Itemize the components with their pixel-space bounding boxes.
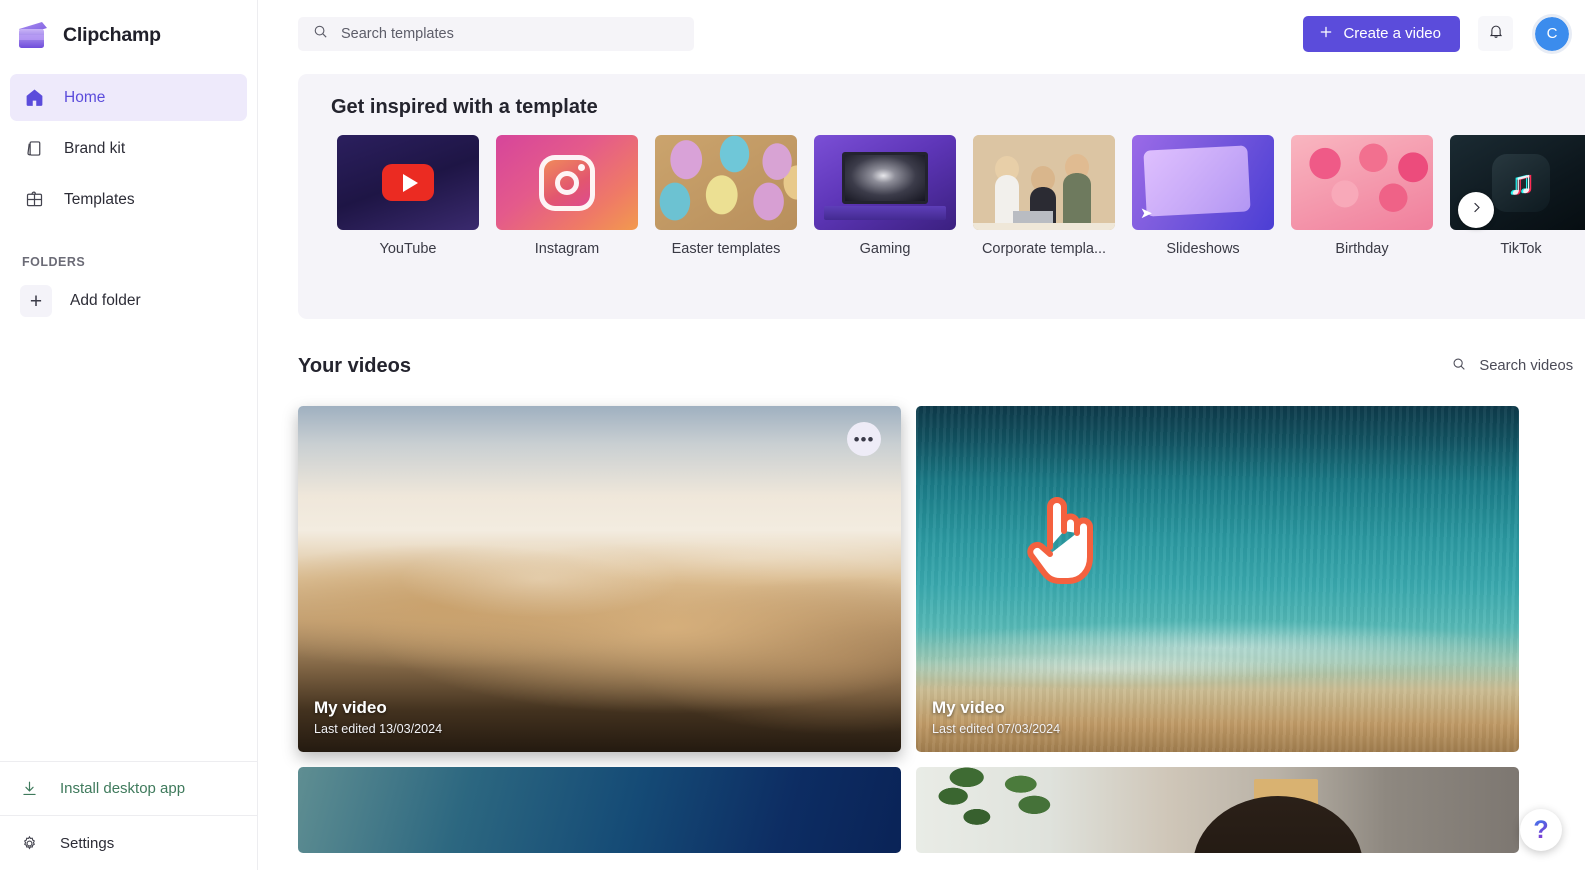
your-videos-header: Your videos Search videos Sort by (298, 338, 1585, 394)
sidebar-nav: Home Brand kit Templates (0, 68, 257, 227)
sidebar-item-label: Templates (64, 190, 135, 208)
template-card-birthday[interactable]: Birthday (1291, 135, 1433, 257)
template-card-easter[interactable]: Easter templates (655, 135, 797, 257)
video-card[interactable] (916, 767, 1519, 853)
help-icon: ? (1533, 815, 1549, 844)
video-card[interactable] (298, 767, 901, 853)
search-icon (1451, 356, 1467, 377)
plus-icon: + (20, 285, 52, 317)
template-card-slideshows[interactable]: ➤ Slideshows (1132, 135, 1274, 257)
sidebar-bottom: Install desktop app Settings (0, 761, 257, 870)
your-videos-title: Your videos (298, 354, 411, 377)
search-videos-input[interactable]: Search videos (1451, 356, 1573, 377)
sidebar-item-brand-kit[interactable]: Brand kit (10, 125, 247, 172)
video-card-meta: My video Last edited 13/03/2024 (314, 698, 442, 736)
instagram-icon (539, 154, 595, 211)
template-thumb (496, 135, 638, 230)
templates-icon (22, 188, 46, 212)
sidebar-item-label: Brand kit (64, 139, 126, 157)
more-options-icon[interactable]: ••• (847, 422, 881, 456)
add-folder-button[interactable]: + Add folder (10, 279, 247, 323)
help-button[interactable]: ? (1520, 809, 1562, 851)
template-card-youtube[interactable]: YouTube (337, 135, 479, 257)
clipchamp-app: Clipchamp Home Brand kit Templates FOLDE… (0, 0, 1585, 870)
template-label: Gaming (859, 241, 911, 257)
template-label: Birthday (1335, 241, 1389, 257)
template-label: TikTok (1500, 241, 1542, 257)
folders-section-label: FOLDERS (22, 255, 86, 269)
home-icon (22, 86, 46, 110)
plus-icon (1318, 24, 1334, 44)
settings-label: Settings (60, 834, 115, 852)
video-last-edited: Last edited 07/03/2024 (932, 722, 1061, 736)
templates-panel: Get inspired with a template All templat… (298, 74, 1585, 319)
video-card[interactable]: My video Last edited 07/03/2024 (916, 406, 1519, 752)
search-videos-placeholder: Search videos (1479, 358, 1574, 374)
avatar-initial: C (1546, 25, 1558, 42)
brand: Clipchamp (0, 0, 257, 68)
gear-icon (18, 834, 40, 853)
create-a-video-button[interactable]: Create a video (1303, 15, 1460, 52)
template-card-instagram[interactable]: Instagram (496, 135, 638, 257)
create-a-video-label: Create a video (1343, 25, 1441, 42)
templates-panel-title: Get inspired with a template (331, 96, 598, 118)
download-icon (18, 779, 40, 798)
avatar[interactable]: C (1532, 13, 1572, 54)
sidebar-item-label: Home (64, 88, 106, 106)
youtube-play-icon (382, 164, 434, 201)
template-label: Easter templates (671, 241, 781, 257)
search-templates-placeholder: Search templates (341, 25, 454, 42)
templates-carousel: YouTube Instagram Easter templates Gamin… (298, 135, 1585, 257)
template-label: Slideshows (1166, 241, 1240, 257)
template-thumb: ➤ (1132, 135, 1274, 230)
clipchamp-logo-icon (16, 20, 50, 50)
template-card-gaming[interactable]: Gaming (814, 135, 956, 257)
bell-icon (1487, 22, 1505, 45)
tiktok-icon: ♫ (1492, 153, 1550, 212)
chevron-right-icon (1469, 200, 1484, 220)
template-label: Corporate templa... (981, 241, 1107, 257)
template-thumb (814, 135, 956, 230)
video-title: My video (314, 698, 387, 717)
template-thumb (973, 135, 1115, 230)
template-label: Instagram (534, 241, 600, 257)
template-card-corporate[interactable]: Corporate templa... (973, 135, 1115, 257)
sidebar-item-home[interactable]: Home (10, 74, 247, 121)
install-desktop-app-button[interactable]: Install desktop app (0, 762, 257, 816)
brand-kit-icon (22, 137, 46, 161)
templates-panel-header: Get inspired with a template All templat… (298, 74, 1585, 132)
cursor-arrow-icon: ➤ (1140, 205, 1153, 222)
topbar: Search templates Create a video C (258, 0, 1585, 67)
video-thumbnail (916, 767, 1519, 853)
brand-name: Clipchamp (63, 23, 161, 46)
template-thumb (337, 135, 479, 230)
video-thumbnail (298, 767, 901, 853)
video-card-meta: My video Last edited 07/03/2024 (932, 698, 1060, 736)
video-grid: ••• My video Last edited 13/03/2024 My v… (298, 406, 1585, 853)
search-icon (312, 23, 329, 45)
template-thumb (655, 135, 797, 230)
notifications-button[interactable] (1478, 16, 1513, 51)
add-folder-label: Add folder (70, 292, 141, 309)
search-templates-input[interactable]: Search templates (298, 16, 694, 51)
sidebar: Clipchamp Home Brand kit Templates FOLDE… (0, 0, 258, 870)
template-label: YouTube (379, 241, 437, 257)
settings-button[interactable]: Settings (0, 816, 257, 870)
video-last-edited: Last edited 13/03/2024 (314, 722, 443, 736)
main-content: Search templates Create a video C Get in… (258, 0, 1585, 870)
templates-next-button[interactable] (1458, 192, 1494, 228)
video-card[interactable]: ••• My video Last edited 13/03/2024 (298, 406, 901, 752)
install-desktop-app-label: Install desktop app (60, 780, 186, 797)
template-thumb (1291, 135, 1433, 230)
video-title: My video (932, 698, 1005, 717)
sidebar-item-templates[interactable]: Templates (10, 176, 247, 223)
